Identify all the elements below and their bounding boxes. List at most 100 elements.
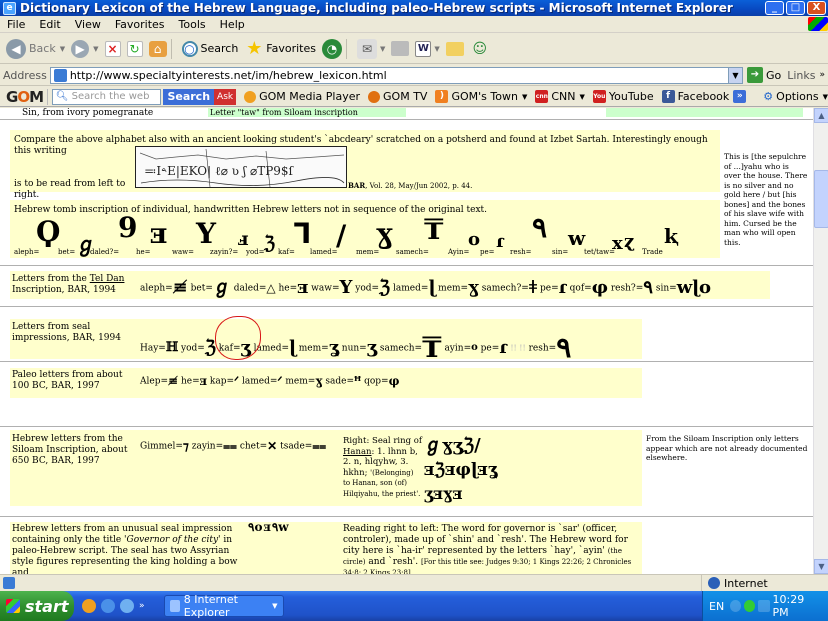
governor-seal-script: ٩oⱻ٩w bbox=[248, 520, 290, 534]
forward-button[interactable]: ▶ ▼ bbox=[71, 39, 99, 58]
favorites-button[interactable]: ★ Favorites bbox=[244, 38, 316, 59]
vertical-scrollbar[interactable]: ▲ ▼ bbox=[813, 108, 828, 574]
mail-button[interactable]: ✉ ▼ bbox=[357, 38, 385, 59]
seal-hay: Hay= bbox=[140, 343, 166, 354]
teldan-lamed: lamed= bbox=[393, 283, 429, 294]
hanan-seal-script: ℊɣʒℨ/ ⱻℨⱻφɭⱻʓ ʒⱻɣⱻ bbox=[424, 434, 534, 506]
clock[interactable]: 10:29 PM bbox=[773, 593, 821, 619]
gom-search-button[interactable]: Search bbox=[163, 88, 215, 105]
dropdown-arrow-icon[interactable]: ▼ bbox=[823, 93, 828, 101]
glyph-kaf: ⅂ bbox=[294, 217, 310, 250]
siloam-tsade: tsade= bbox=[280, 441, 313, 452]
teldan-yod: yod= bbox=[355, 283, 380, 294]
chevron-right-icon[interactable]: » bbox=[819, 70, 825, 80]
menu-help[interactable]: Help bbox=[213, 18, 252, 31]
gom-search-input[interactable]: 🔍︎ Search the web bbox=[51, 88, 162, 105]
glyph: wɭo bbox=[676, 277, 712, 298]
search-button[interactable]: ○ Search bbox=[181, 40, 238, 57]
language-indicator[interactable]: EN bbox=[709, 600, 724, 613]
divider bbox=[0, 516, 813, 517]
tomb-label-samech: samech= bbox=[396, 248, 429, 256]
teldan-aleph: aleph= bbox=[140, 283, 173, 294]
links-button[interactable]: Links bbox=[787, 69, 815, 82]
address-dropdown-icon[interactable]: ▼ bbox=[727, 67, 742, 83]
tel-dan-link[interactable]: Tel Dan bbox=[90, 274, 125, 284]
go-arrow-icon[interactable]: ➔ bbox=[746, 67, 763, 83]
globe-icon bbox=[708, 577, 720, 589]
seal-nun: nun= bbox=[341, 343, 367, 354]
options-label: Options bbox=[776, 90, 819, 103]
play-icon[interactable] bbox=[744, 600, 756, 612]
gom-media-player-label: GOM Media Player bbox=[259, 90, 361, 103]
favorites-label: Favorites bbox=[266, 42, 316, 55]
facebook-link[interactable]: f Facebook» bbox=[661, 90, 750, 103]
siloam-taw-text: Letter "taw" from Siloam inscription bbox=[208, 108, 406, 117]
chevron-right-icon[interactable]: » bbox=[733, 90, 747, 103]
chevron-right-icon[interactable]: » bbox=[139, 601, 145, 611]
dropdown-arrow-icon[interactable]: ▼ bbox=[380, 45, 385, 53]
maximize-button[interactable]: □ bbox=[786, 1, 805, 15]
gom-media-player-link[interactable]: GOM Media Player bbox=[244, 90, 360, 103]
menu-view[interactable]: View bbox=[68, 18, 108, 31]
menu-favorites[interactable]: Favorites bbox=[108, 18, 172, 31]
governor-title-italic: 'Governor of the city' bbox=[124, 535, 221, 545]
glyph: ≢ bbox=[172, 277, 188, 298]
start-button[interactable]: start bbox=[0, 591, 74, 621]
menu-edit[interactable]: Edit bbox=[32, 18, 67, 31]
gom-search-placeholder: Search the web bbox=[71, 90, 150, 102]
youtube-link[interactable]: You YouTube bbox=[592, 90, 654, 103]
glyph-lamed: / bbox=[336, 219, 347, 252]
cnn-link[interactable]: cnn CNN ▼ bbox=[535, 90, 585, 103]
hanan-text-d: hkhn; bbox=[343, 467, 368, 478]
glyph: ℨ bbox=[379, 277, 391, 298]
menu-file[interactable]: File bbox=[0, 18, 32, 31]
edit-button[interactable]: W ▼ bbox=[415, 40, 440, 57]
ie-icon[interactable] bbox=[120, 599, 134, 613]
teldan-daled: daled= bbox=[233, 283, 267, 294]
dropdown-arrow-icon[interactable]: ▼ bbox=[60, 45, 65, 53]
go-button[interactable]: Go bbox=[766, 69, 781, 82]
glyph: Y bbox=[339, 277, 353, 298]
network-icon[interactable] bbox=[758, 600, 770, 612]
scroll-down-icon[interactable]: ▼ bbox=[814, 559, 828, 574]
stop-button[interactable]: × bbox=[104, 40, 121, 57]
menu-tools[interactable]: Tools bbox=[172, 18, 213, 31]
messenger-button[interactable]: ☺ bbox=[470, 39, 490, 59]
taskbar: start » 8 Internet Explorer ▼ EN 10:29 PM bbox=[0, 591, 828, 621]
discuss-button[interactable] bbox=[445, 41, 464, 56]
options-button[interactable]: ⚙ Options ▼ bbox=[763, 90, 828, 103]
seal-label: Letters from seal impressions, BAR, 1994 bbox=[12, 322, 121, 343]
scroll-thumb[interactable] bbox=[814, 170, 828, 228]
address-bar: Address http://www.specialtyinterests.ne… bbox=[0, 65, 828, 86]
teldan-bet: bet= bbox=[190, 283, 213, 294]
print-button[interactable] bbox=[391, 41, 410, 56]
refresh-button[interactable]: ↻ bbox=[126, 40, 143, 57]
izbet-text: Compare the above alphabet also with an … bbox=[14, 135, 708, 156]
goms-town-link[interactable]: ) GOM's Town ▼ bbox=[435, 90, 527, 103]
scroll-up-icon[interactable]: ▲ bbox=[814, 108, 828, 123]
ie-icon[interactable] bbox=[101, 599, 115, 613]
governor-right-b: and `resh'. bbox=[365, 557, 421, 567]
gom-tv-link[interactable]: GOM TV bbox=[368, 90, 427, 103]
close-button[interactable]: X bbox=[807, 1, 826, 15]
gom-player-icon[interactable] bbox=[82, 599, 96, 613]
dropdown-arrow-icon[interactable]: ▼ bbox=[522, 93, 527, 101]
home-button[interactable]: ⌂ bbox=[148, 40, 167, 57]
window-title: Dictionary Lexicon of the Hebrew Languag… bbox=[20, 1, 733, 15]
ask-button[interactable]: Ask bbox=[214, 88, 237, 105]
history-button[interactable]: ◔ bbox=[322, 38, 342, 59]
hanan-link[interactable]: Hanan bbox=[343, 447, 372, 457]
gom-separator bbox=[47, 88, 48, 105]
taskbar-ie-group[interactable]: 8 Internet Explorer ▼ bbox=[163, 593, 284, 619]
back-button[interactable]: ◀ Back ▼ bbox=[6, 38, 65, 59]
address-input[interactable]: http://www.specialtyinterests.net/im/heb… bbox=[49, 66, 743, 84]
governor-right-a: Reading right to left: The word for gove… bbox=[343, 524, 628, 556]
blank-glyphs: !! !! bbox=[510, 343, 526, 353]
title-bar[interactable]: e Dictionary Lexicon of the Hebrew Langu… bbox=[0, 0, 828, 16]
dropdown-arrow-icon[interactable]: ▼ bbox=[579, 93, 584, 101]
dropdown-arrow-icon[interactable]: ▼ bbox=[93, 45, 98, 53]
minimize-button[interactable]: _ bbox=[765, 1, 784, 15]
glyph-sin: w bbox=[568, 226, 586, 250]
dropdown-arrow-icon[interactable]: ▼ bbox=[434, 45, 439, 53]
back-icon[interactable] bbox=[730, 600, 742, 612]
